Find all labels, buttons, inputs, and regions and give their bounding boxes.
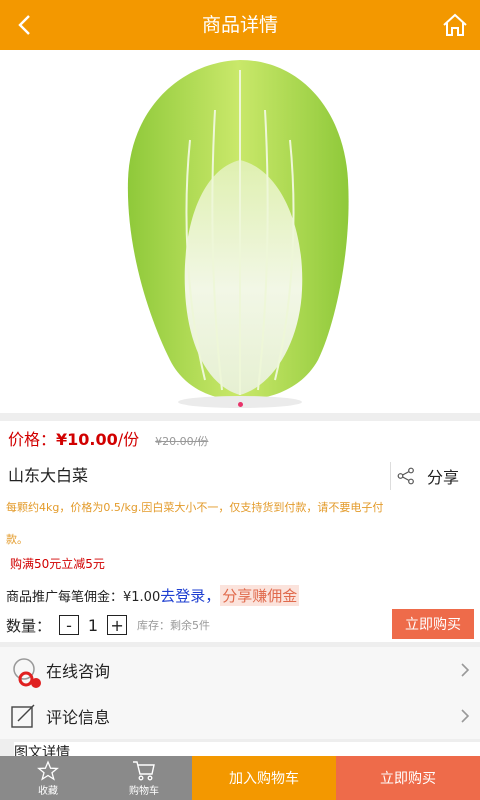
- quantity-label: 数量：: [6, 616, 52, 635]
- commission-text: 商品推广每笔佣金：¥1.00: [6, 589, 161, 605]
- star-icon: [37, 759, 59, 781]
- favorite-label: 收藏: [38, 785, 58, 797]
- carousel-dot-active[interactable]: [237, 402, 243, 407]
- favorite-button[interactable]: 收藏: [0, 756, 96, 800]
- current-price: ¥10.00: [56, 430, 118, 449]
- product-detail-page: 商品详情 价格： ¥10.00 /份 ¥20.00/份 山东大白菜 分享 每颗约…: [0, 0, 480, 800]
- carousel-indicator: [0, 402, 480, 407]
- chevron-right-icon: [461, 709, 470, 723]
- product-name: 山东大白菜: [8, 466, 89, 485]
- product-description: 每颗约4kg，价格为0.5/kg.因白菜大小不一，仅支持货到付款，请不要电子付款…: [6, 501, 384, 546]
- quantity-value[interactable]: 1: [79, 616, 107, 635]
- home-icon: [443, 13, 467, 36]
- share-label: 分享: [427, 468, 460, 487]
- commission-row: 商品推广每笔佣金：¥1.00 去登录 ， 分享赚佣金: [6, 584, 300, 606]
- buy-now-button[interactable]: 立即购买: [336, 756, 480, 800]
- quantity-row: 数量： - 1 + 库存：剩余5件: [6, 612, 210, 638]
- reviews-label: 评论信息: [46, 708, 111, 727]
- cart-button[interactable]: 购物车: [96, 756, 192, 800]
- online-consult-label: 在线咨询: [46, 662, 111, 681]
- share-icon: [397, 467, 414, 485]
- login-link[interactable]: 去登录: [160, 585, 205, 606]
- page-title: 商品详情: [201, 14, 278, 36]
- chevron-right-icon: [461, 663, 470, 677]
- price-row: 价格： ¥10.00 /份 ¥20.00/份: [8, 426, 208, 450]
- share-button[interactable]: 分享: [390, 462, 459, 490]
- cart-label: 购物车: [129, 785, 159, 797]
- reviews-item[interactable]: 评论信息: [0, 693, 480, 739]
- buy-now-button-inline[interactable]: 立即购买: [392, 609, 474, 639]
- price-unit: /份: [117, 430, 140, 449]
- top-bar: 商品详情: [0, 0, 480, 50]
- online-consult-item[interactable]: 在线咨询: [0, 647, 480, 693]
- original-price: ¥20.00/份: [155, 435, 209, 448]
- share-earn-link[interactable]: 分享赚佣金: [220, 584, 300, 606]
- bottom-action-bar: 收藏 购物车 加入购物车 立即购买: [0, 756, 480, 800]
- promo-text: 购满50元立减5元: [10, 557, 105, 571]
- home-button[interactable]: [438, 8, 472, 42]
- cart-icon: [133, 760, 155, 780]
- edit-icon: [11, 704, 35, 728]
- product-image-carousel[interactable]: [0, 50, 480, 413]
- chat-icon: [13, 658, 41, 688]
- quantity-plus-button[interactable]: +: [107, 615, 128, 635]
- stock-text: 库存：剩余5件: [137, 619, 211, 632]
- comma-separator: ，: [205, 586, 221, 605]
- add-to-cart-button[interactable]: 加入购物车: [192, 756, 336, 800]
- section-divider: [0, 413, 480, 421]
- cabbage-image: [0, 50, 480, 413]
- quantity-minus-button[interactable]: -: [59, 615, 80, 635]
- price-label: 价格：: [8, 430, 57, 449]
